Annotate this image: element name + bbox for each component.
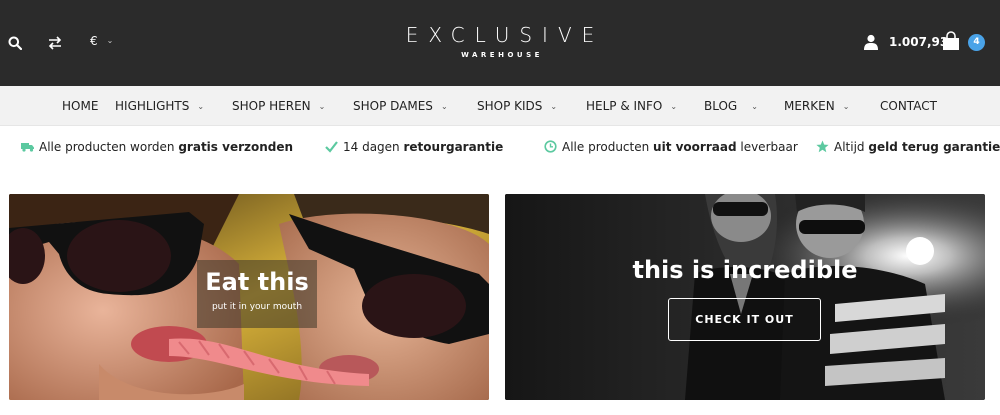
nav-item-shop-kids[interactable]: SHOP KIDS ⌄ xyxy=(477,99,557,113)
cart-count-badge[interactable]: 4 xyxy=(968,34,985,51)
banner-photo-bw-couple xyxy=(505,194,985,400)
currency-selector[interactable]: € ⌄ xyxy=(90,34,113,48)
check-it-out-button[interactable]: CHECK IT OUT xyxy=(668,298,821,341)
usp-text: 14 dagen xyxy=(343,140,404,154)
main-navigation: HOME HIGHLIGHTS ⌄ SHOP HEREN ⌄ SHOP DAMES ⌄… xyxy=(0,86,1000,126)
search-icon[interactable] xyxy=(8,36,22,50)
nav-item-shop-heren[interactable]: SHOP HEREN ⌄ xyxy=(232,99,325,113)
banner-title: Eat this xyxy=(205,268,309,296)
top-header: € ⌄ EXCLUSIVE WAREHOUSE 1.007,93 4 xyxy=(0,0,1000,86)
nav-item-label: BLOG xyxy=(704,99,738,113)
promo-banner-right[interactable]: this is incredible CHECK IT OUT xyxy=(505,194,985,400)
chevron-down-icon: ⌄ xyxy=(318,102,326,111)
nav-item-highlights[interactable]: HIGHLIGHTS ⌄ xyxy=(115,99,204,113)
cart-total[interactable]: 1.007,93 xyxy=(889,35,948,49)
check-icon xyxy=(325,141,338,153)
nav-item-label: HOME xyxy=(62,99,99,113)
chevron-down-icon: ⌄ xyxy=(440,102,448,111)
nav-item-label: SHOP KIDS xyxy=(477,99,543,113)
star-icon xyxy=(816,140,829,153)
logo-sub-text: WAREHOUSE xyxy=(461,51,543,59)
nav-item-label: CONTACT xyxy=(880,99,937,113)
banner-title: this is incredible xyxy=(632,256,858,284)
usp-text: leverbaar xyxy=(736,140,798,154)
currency-symbol: € xyxy=(90,34,98,48)
shopping-bag-icon[interactable] xyxy=(941,31,961,51)
logo-main-text: EXCLUSIVE xyxy=(405,23,605,47)
usp-text-bold: uit voorraad xyxy=(653,140,737,154)
nav-item-merken[interactable]: MERKEN ⌄ xyxy=(784,99,849,113)
nav-item-shop-dames[interactable]: SHOP DAMES ⌄ xyxy=(353,99,448,113)
nav-item-blog[interactable]: BLOG ⌄ xyxy=(704,99,758,113)
clock-icon xyxy=(544,140,557,153)
usp-text-bold: geld terug garantie xyxy=(868,140,1000,154)
user-icon[interactable] xyxy=(863,34,879,50)
nav-item-home[interactable]: HOME xyxy=(62,99,98,113)
nav-item-label: MERKEN xyxy=(784,99,835,113)
nav-item-label: SHOP DAMES xyxy=(353,99,433,113)
chevron-down-icon: ⌄ xyxy=(106,36,114,45)
usp-text: Alle producten xyxy=(562,140,654,154)
chevron-down-icon: ⌄ xyxy=(842,102,850,111)
chevron-down-icon: ⌄ xyxy=(550,102,558,111)
nav-item-label: SHOP HEREN xyxy=(232,99,311,113)
truck-icon xyxy=(21,143,34,152)
usp-item-in-stock: Alle producten uit voorraad leverbaar xyxy=(544,140,798,154)
usp-text-bold: retourgarantie xyxy=(403,140,504,154)
usp-text: Altijd xyxy=(834,140,869,154)
usp-item-returns: 14 dagen retourgarantie xyxy=(325,140,503,154)
chevron-down-icon: ⌄ xyxy=(197,102,205,111)
nav-item-help-info[interactable]: HELP & INFO ⌄ xyxy=(586,99,677,113)
usp-text-bold: gratis verzonden xyxy=(178,140,294,154)
promo-banner-left[interactable]: Eat this put it in your mouth xyxy=(9,194,489,400)
chevron-down-icon: ⌄ xyxy=(670,102,678,111)
usp-text: Alle producten worden xyxy=(39,140,179,154)
banner-caption-box: Eat this put it in your mouth xyxy=(197,260,317,328)
usp-item-money-back: Altijd geld terug garantie xyxy=(816,140,1000,154)
logo[interactable]: EXCLUSIVE WAREHOUSE xyxy=(380,24,620,59)
nav-item-contact[interactable]: CONTACT xyxy=(880,99,937,113)
usp-item-free-shipping: Alle producten worden gratis verzonden xyxy=(21,140,293,154)
banner-subtitle: put it in your mouth xyxy=(211,302,303,312)
nav-item-label: HIGHLIGHTS xyxy=(115,99,190,113)
nav-item-label: HELP & INFO xyxy=(586,99,663,113)
compare-arrows-icon[interactable] xyxy=(47,35,63,51)
chevron-down-icon: ⌄ xyxy=(751,102,758,111)
